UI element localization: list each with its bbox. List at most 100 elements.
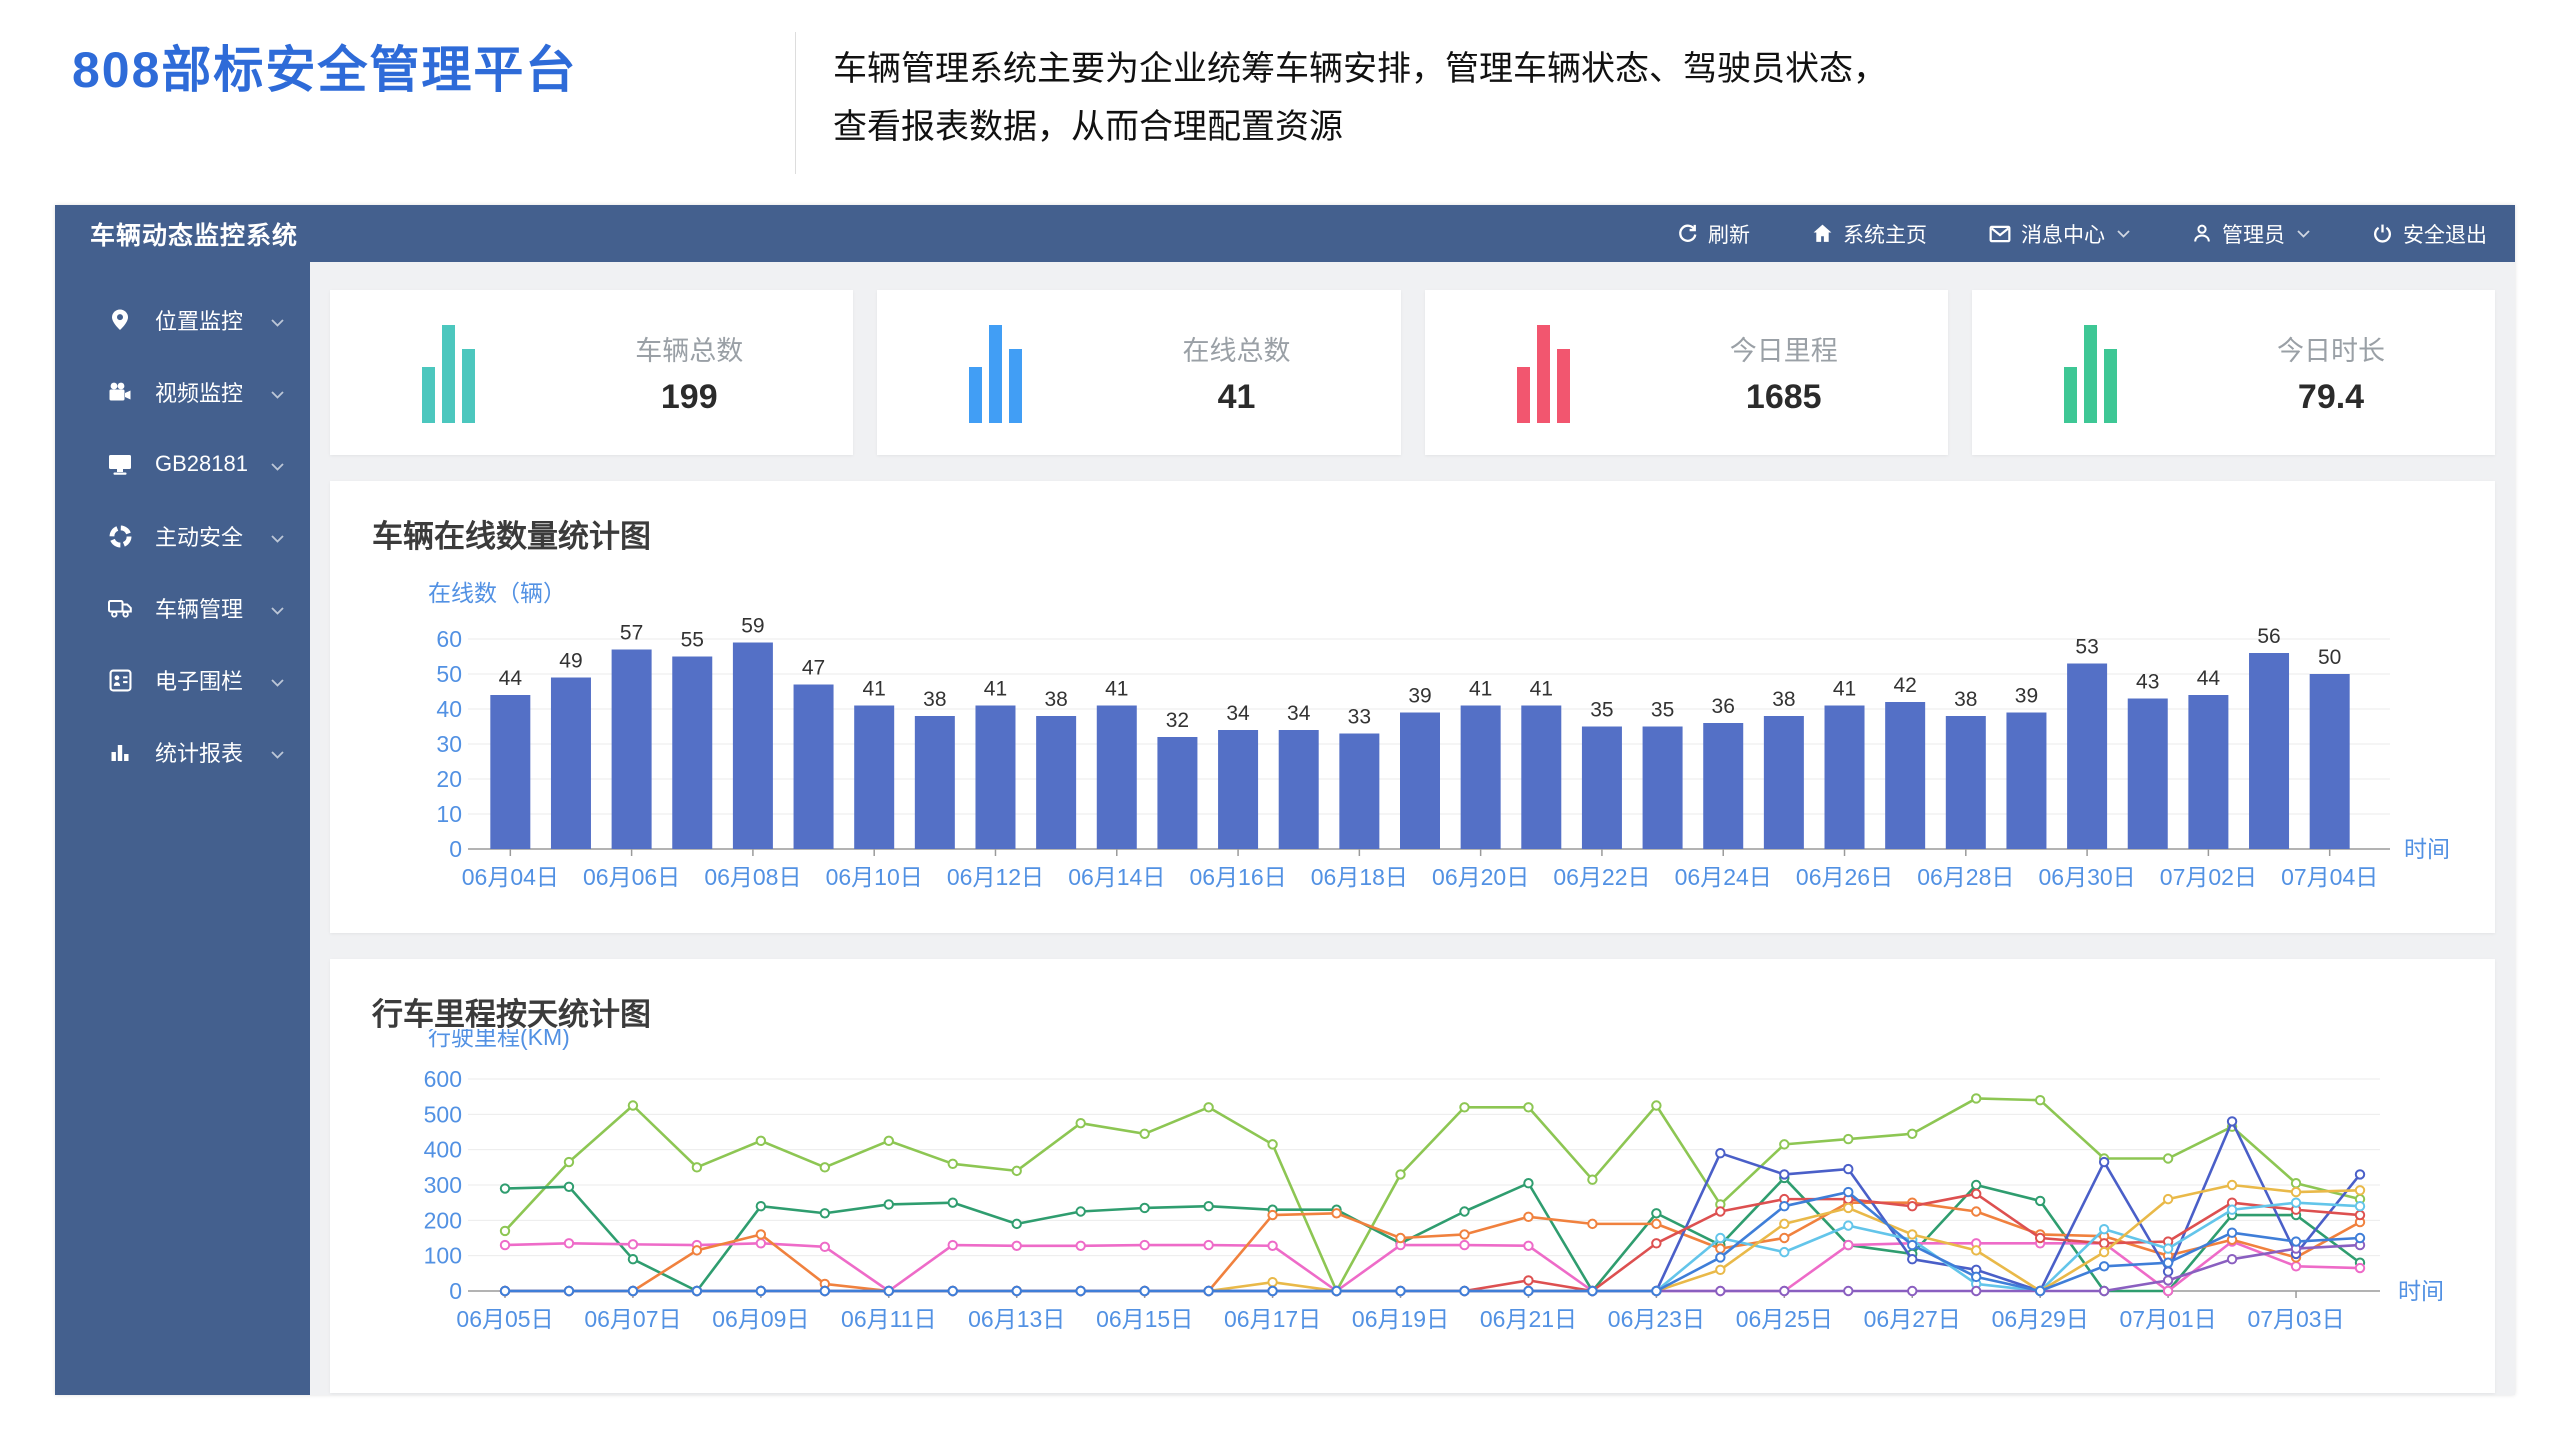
sidebar-item-label: GB28181 <box>155 451 271 477</box>
stat-cards-row: 车辆总数 199 在线总数 41 今日里程 <box>330 290 2495 455</box>
svg-text:06月08日: 06月08日 <box>704 864 801 890</box>
svg-text:07月04日: 07月04日 <box>2281 864 2378 890</box>
refresh-button[interactable]: 刷新 <box>1677 219 1750 249</box>
chevron-down-icon <box>271 379 284 405</box>
svg-text:41: 41 <box>1530 678 1553 701</box>
brand-title: 车辆动态监控系统 <box>55 216 298 252</box>
online-count-chart-panel: 车辆在线数量统计图 在线数（辆）01020304050604406月04日495… <box>330 481 2495 933</box>
svg-text:06月04日: 06月04日 <box>462 864 559 890</box>
page-title: 808部标安全管理平台 <box>72 30 577 102</box>
stat-label: 今日时长 <box>2277 329 2385 368</box>
sidebar-item-location-monitor[interactable]: 位置监控 <box>55 284 310 356</box>
svg-text:200: 200 <box>424 1207 462 1233</box>
svg-text:36: 36 <box>1712 695 1735 718</box>
topbar-actions: 刷新 系统主页 消息中心 <box>1615 219 2515 249</box>
svg-text:06月10日: 06月10日 <box>826 864 923 890</box>
top-navbar: 车辆动态监控系统 刷新 系统主页 <box>55 205 2515 262</box>
svg-text:06月09日: 06月09日 <box>712 1306 809 1332</box>
stat-label: 车辆总数 <box>635 329 743 368</box>
home-icon <box>1812 223 1833 244</box>
svg-text:44: 44 <box>2197 667 2221 690</box>
svg-text:06月21日: 06月21日 <box>1480 1306 1577 1332</box>
video-camera-icon <box>107 381 133 403</box>
svg-text:33: 33 <box>1348 706 1371 729</box>
stat-value: 199 <box>635 378 743 417</box>
sidebar-item-statistics-report[interactable]: 统计报表 <box>55 716 310 788</box>
svg-text:20: 20 <box>436 766 462 792</box>
chevron-down-icon <box>271 307 284 333</box>
system-home-label: 系统主页 <box>1843 219 1927 249</box>
sidebar-item-active-safety[interactable]: 主动安全 <box>55 500 310 572</box>
location-pin-icon <box>107 308 133 332</box>
sidebar-item-label: 位置监控 <box>155 304 271 336</box>
svg-text:10: 10 <box>436 801 462 827</box>
svg-text:57: 57 <box>620 622 643 645</box>
admin-user-menu[interactable]: 管理员 <box>2192 219 2310 249</box>
svg-text:30: 30 <box>436 731 462 757</box>
sidebar-item-label: 视频监控 <box>155 376 271 408</box>
message-center-button[interactable]: 消息中心 <box>1989 219 2130 249</box>
svg-text:55: 55 <box>681 629 704 652</box>
svg-text:35: 35 <box>1590 699 1613 722</box>
svg-text:06月29日: 06月29日 <box>1992 1306 2089 1332</box>
svg-text:06月25日: 06月25日 <box>1736 1306 1833 1332</box>
svg-text:41: 41 <box>984 678 1007 701</box>
chevron-down-icon <box>271 595 284 621</box>
main-content: 车辆总数 199 在线总数 41 今日里程 <box>310 262 2515 1395</box>
logout-label: 安全退出 <box>2403 219 2487 249</box>
svg-text:07月03日: 07月03日 <box>2247 1306 2344 1332</box>
svg-text:41: 41 <box>1469 678 1492 701</box>
svg-text:47: 47 <box>802 657 825 680</box>
stat-label: 今日里程 <box>1730 329 1838 368</box>
svg-text:49: 49 <box>559 650 582 673</box>
online-count-bar-chart[interactable]: 在线数（辆）01020304050604406月04日495706月06日555… <box>350 559 2490 914</box>
bar-chart-icon <box>107 741 133 763</box>
svg-text:06月30日: 06月30日 <box>2039 864 2136 890</box>
stat-value: 41 <box>1183 378 1291 417</box>
daily-mileage-chart-panel: 行车里程按天统计图 行驶里程(KM)010020030040050060006月… <box>330 959 2495 1393</box>
sidebar-item-gb28181[interactable]: GB28181 <box>55 428 310 500</box>
monitor-icon <box>107 453 133 475</box>
svg-text:41: 41 <box>1105 678 1128 701</box>
stat-card-online-total: 在线总数 41 <box>877 290 1400 455</box>
svg-text:06月14日: 06月14日 <box>1068 864 1165 890</box>
svg-text:06月28日: 06月28日 <box>1917 864 2014 890</box>
svg-text:50: 50 <box>436 661 462 687</box>
svg-text:06月22日: 06月22日 <box>1553 864 1650 890</box>
svg-text:300: 300 <box>424 1172 462 1198</box>
admin-user-label: 管理员 <box>2222 219 2285 249</box>
svg-text:34: 34 <box>1287 702 1311 725</box>
sidebar-item-vehicle-manage[interactable]: 车辆管理 <box>55 572 310 644</box>
sidebar: 位置监控 视频监控 GB28181 <box>55 262 310 1395</box>
system-home-button[interactable]: 系统主页 <box>1812 219 1927 249</box>
svg-text:06月16日: 06月16日 <box>1189 864 1286 890</box>
bar-chart-title: 车辆在线数量统计图 <box>330 481 2495 556</box>
svg-text:39: 39 <box>2015 685 2038 708</box>
svg-text:500: 500 <box>424 1101 462 1127</box>
svg-text:时间: 时间 <box>2398 1278 2444 1304</box>
svg-text:34: 34 <box>1226 702 1250 725</box>
svg-text:在线数（辆）: 在线数（辆） <box>428 580 566 606</box>
svg-text:38: 38 <box>923 688 946 711</box>
logout-button[interactable]: 安全退出 <box>2372 219 2487 249</box>
stat-card-today-duration: 今日时长 79.4 <box>1972 290 2495 455</box>
sidebar-item-geofence[interactable]: 电子围栏 <box>55 644 310 716</box>
svg-text:60: 60 <box>436 626 462 652</box>
user-icon <box>2192 223 2212 244</box>
svg-text:44: 44 <box>499 667 523 690</box>
daily-mileage-line-chart[interactable]: 行驶里程(KM)010020030040050060006月05日06月07日0… <box>350 1029 2490 1374</box>
truck-icon <box>107 598 133 619</box>
stat-label: 在线总数 <box>1183 329 1291 368</box>
svg-text:38: 38 <box>1772 688 1795 711</box>
page-description-line1: 车辆管理系统主要为企业统筹车辆安排，管理车辆状态、驾驶员状态， <box>833 50 1887 88</box>
svg-text:06月12日: 06月12日 <box>947 864 1044 890</box>
svg-text:59: 59 <box>741 615 764 638</box>
svg-text:时间: 时间 <box>2404 836 2450 862</box>
sidebar-item-label: 电子围栏 <box>155 664 271 696</box>
screen: 808部标安全管理平台 车辆管理系统主要为企业统筹车辆安排，管理车辆状态、驾驶员… <box>0 0 2560 1440</box>
chevron-down-icon <box>2117 230 2130 238</box>
svg-text:06月18日: 06月18日 <box>1311 864 1408 890</box>
sidebar-item-video-monitor[interactable]: 视频监控 <box>55 356 310 428</box>
svg-text:07月02日: 07月02日 <box>2160 864 2257 890</box>
svg-text:0: 0 <box>449 1278 462 1304</box>
